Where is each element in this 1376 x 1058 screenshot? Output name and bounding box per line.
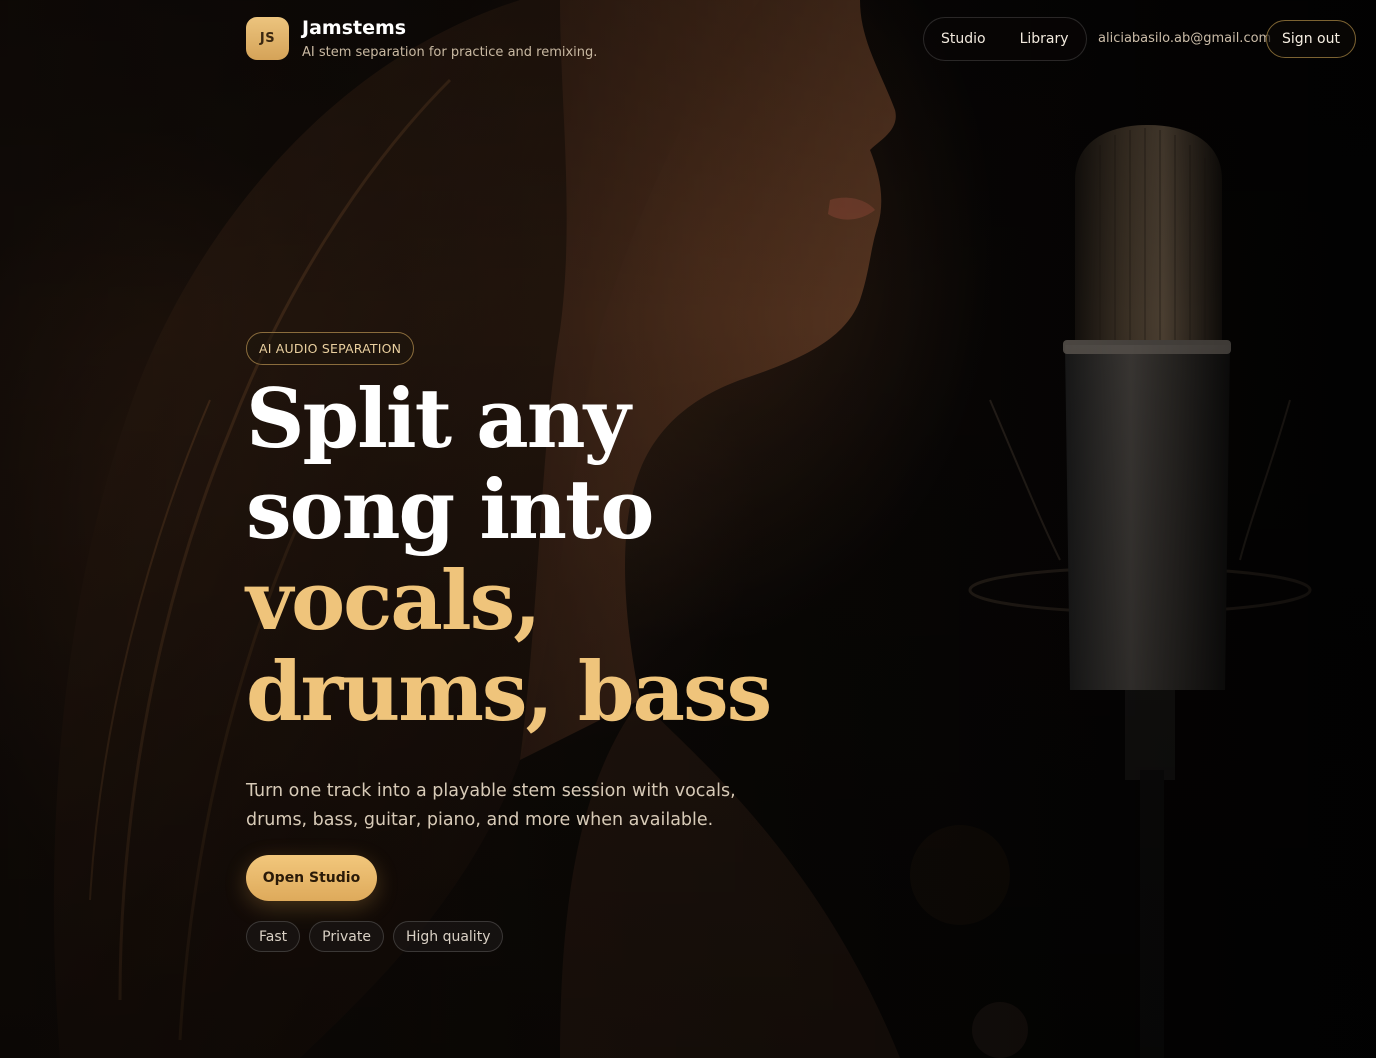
feature-tag-high-quality: High quality	[392, 921, 504, 952]
user-email: aliciabasilo.ab@gmail.com	[1098, 31, 1272, 46]
headline-line-2: song into	[246, 463, 654, 558]
headline-line-3-accent: vocals,	[246, 554, 541, 649]
feature-tag-private: Private	[309, 921, 384, 952]
brand-tagline: AI stem separation for practice and remi…	[302, 45, 598, 60]
top-navigation-bar: JS Jamstems AI stem separation for pract…	[0, 0, 1376, 80]
feature-tag-fast: Fast	[246, 921, 301, 952]
sign-out-button[interactable]: Sign out	[1266, 20, 1356, 58]
feature-tags: Fast Private High quality	[246, 921, 504, 952]
eyebrow-badge: AI AUDIO SEPARATION	[246, 332, 415, 365]
nav-link-library[interactable]: Library	[1020, 31, 1069, 47]
headline-line-1: Split any	[246, 372, 631, 467]
brand-text: Jamstems AI stem separation for practice…	[302, 17, 597, 61]
hero-subcopy: Turn one track into a playable stem sess…	[246, 781, 736, 830]
nav-link-studio[interactable]: Studio	[941, 31, 986, 47]
main-nav: Studio Library	[923, 17, 1087, 61]
open-studio-button[interactable]: Open Studio	[246, 855, 377, 901]
headline-line-4-accent: drums, bass	[246, 645, 772, 740]
hero-headline: Split any song into vocals, drums, bass	[246, 374, 866, 738]
brand-logo[interactable]: JS	[246, 17, 289, 60]
brand-name[interactable]: Jamstems	[302, 17, 597, 39]
brand[interactable]: JS Jamstems AI stem separation for pract…	[246, 17, 597, 61]
